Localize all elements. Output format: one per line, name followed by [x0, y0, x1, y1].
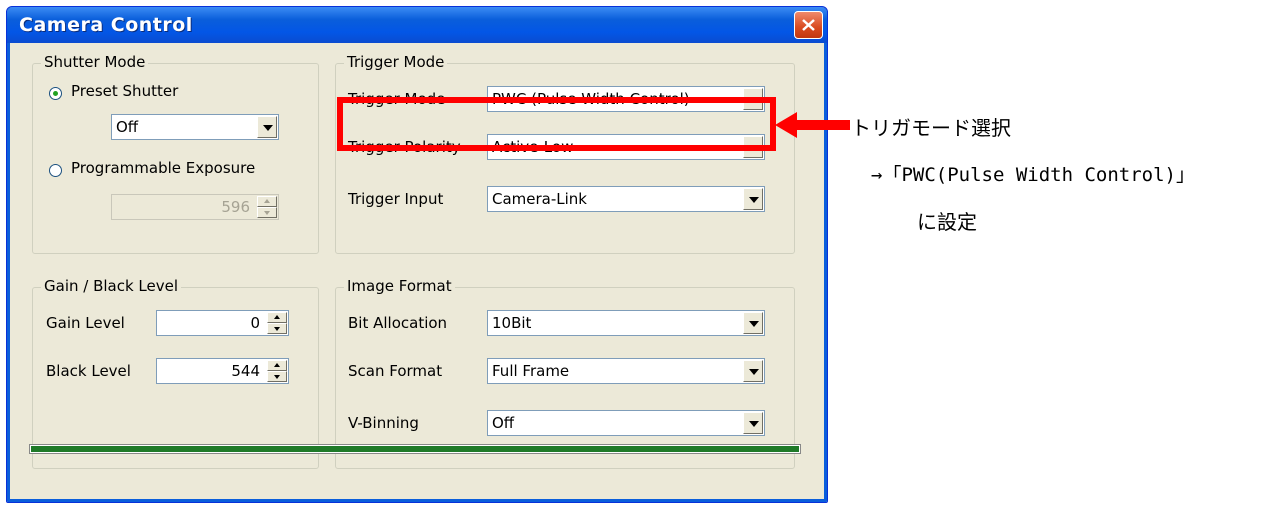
scan-format-value: Full Frame [492, 362, 570, 380]
bit-allocation-label: Bit Allocation [348, 314, 448, 332]
trigger-input-label: Trigger Input [348, 190, 444, 208]
bit-allocation-select[interactable]: 10Bit [487, 310, 765, 336]
spin-down-icon[interactable] [267, 371, 287, 382]
spin-up-icon[interactable] [257, 196, 277, 207]
title-bar[interactable]: Camera Control [7, 7, 827, 43]
trigger-mode-legend: Trigger Mode [344, 53, 448, 71]
chevron-down-icon[interactable] [743, 312, 763, 334]
image-format-legend: Image Format [344, 277, 455, 295]
chevron-down-icon[interactable] [257, 116, 277, 138]
exposure-spinner[interactable]: 596 [111, 194, 279, 220]
scan-format-label: Scan Format [348, 362, 443, 380]
gain-black-legend: Gain / Black Level [41, 277, 182, 295]
close-button[interactable] [794, 11, 823, 39]
chevron-down-icon[interactable] [743, 188, 763, 210]
gain-level-label: Gain Level [46, 314, 125, 332]
programmable-exposure-radio[interactable] [49, 164, 62, 177]
camera-control-window: Camera Control Shutter Mode Preset Shutt… [6, 6, 828, 503]
trigger-input-value: Camera-Link [492, 190, 587, 208]
spin-up-icon[interactable] [267, 312, 287, 323]
black-level-spinner[interactable]: 544 [156, 358, 289, 384]
black-level-value: 544 [231, 362, 260, 380]
shutter-mode-legend: Shutter Mode [41, 53, 149, 71]
exposure-value: 596 [221, 198, 250, 216]
bit-allocation-value: 10Bit [492, 314, 532, 332]
programmable-exposure-label[interactable]: Programmable Exposure [71, 159, 255, 177]
scan-format-select[interactable]: Full Frame [487, 358, 765, 384]
shutter-mode-group: Shutter Mode Preset Shutter Off Programm… [32, 53, 319, 254]
v-binning-value: Off [492, 414, 515, 432]
v-binning-select[interactable]: Off [487, 410, 765, 436]
preset-shutter-radio[interactable] [49, 87, 62, 100]
annotation-suffix: に設定 [917, 210, 977, 234]
gain-spin-buttons[interactable] [267, 312, 287, 334]
progress-bar-fill [31, 446, 799, 452]
gain-black-group: Gain / Black Level Gain Level 0 Black Le… [32, 277, 319, 469]
preset-shutter-label[interactable]: Preset Shutter [71, 82, 178, 100]
trigger-input-select[interactable]: Camera-Link [487, 186, 765, 212]
gain-level-spinner[interactable]: 0 [156, 310, 289, 336]
preset-shutter-value: Off [116, 118, 139, 136]
progress-bar [29, 444, 801, 454]
trigger-mode-group: Trigger Mode Trigger Mode PWC (Pulse Wid… [335, 53, 795, 254]
close-icon [802, 19, 815, 31]
window-title: Camera Control [19, 14, 193, 36]
annotation-setting: →「PWC(Pulse Width Control)」 [871, 164, 1195, 186]
chevron-down-icon[interactable] [743, 360, 763, 382]
annotation-title: トリガモード選択 [851, 116, 1011, 140]
chevron-down-icon[interactable] [743, 412, 763, 434]
arrow-left-icon [775, 112, 850, 138]
trigger-mode-highlight [337, 97, 776, 151]
image-format-group: Image Format Bit Allocation 10Bit Scan F… [335, 277, 795, 469]
exposure-spin-buttons[interactable] [257, 196, 277, 218]
v-binning-label: V-Binning [348, 414, 419, 432]
spin-up-icon[interactable] [267, 360, 287, 371]
black-spin-buttons[interactable] [267, 360, 287, 382]
spin-down-icon[interactable] [267, 323, 287, 334]
preset-shutter-select[interactable]: Off [111, 114, 279, 140]
black-level-label: Black Level [46, 362, 131, 380]
gain-level-value: 0 [250, 314, 260, 332]
spin-down-icon[interactable] [257, 207, 277, 218]
